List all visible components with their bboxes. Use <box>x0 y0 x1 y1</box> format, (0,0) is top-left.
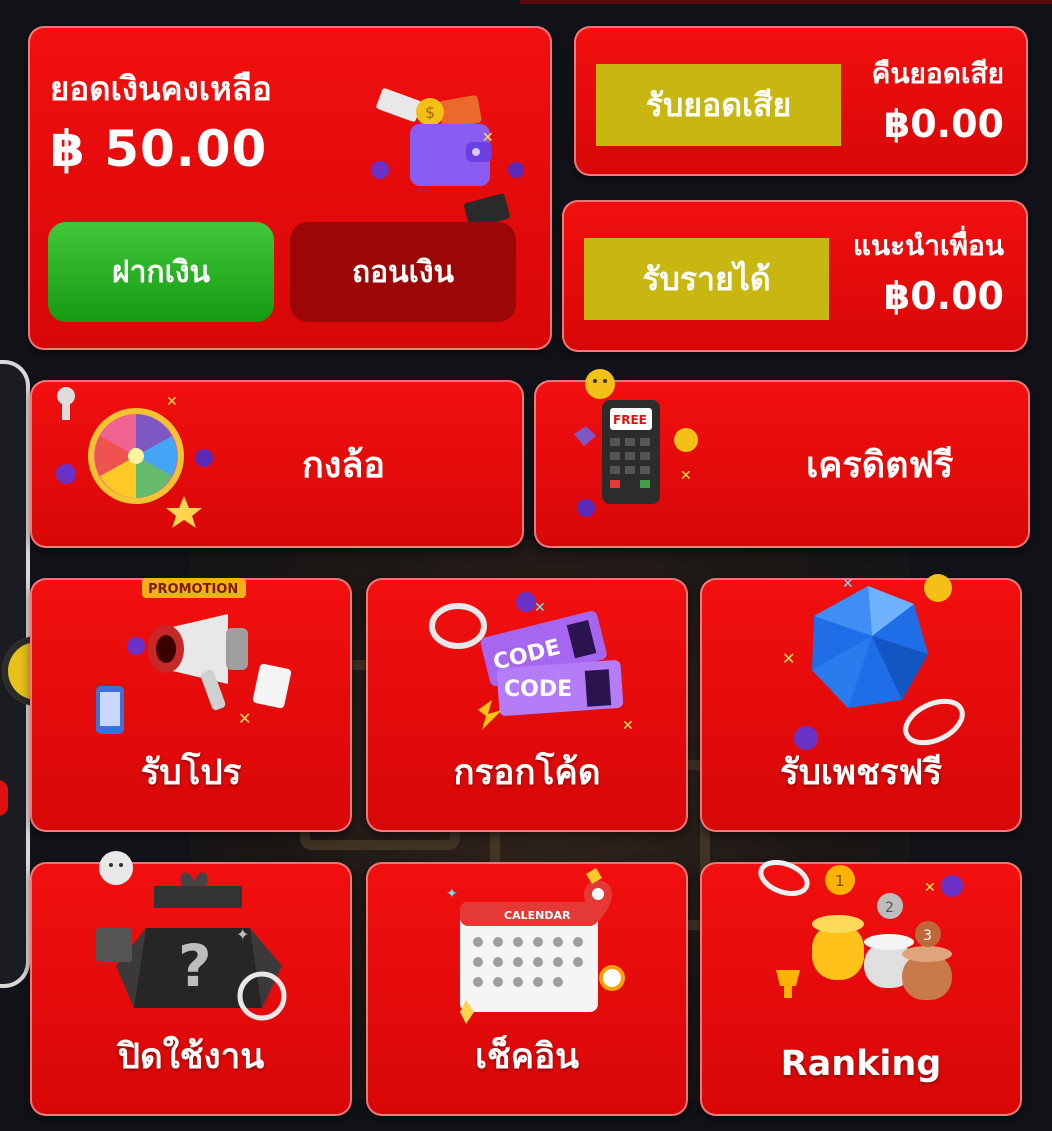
tile-ranking[interactable]: 1 2 3 ✕ Ranking <box>700 860 1022 1116</box>
cashback-panel: รับยอดเสีย คืนยอดเสีย ฿0.00 <box>574 26 1028 176</box>
claim-referral-income-button[interactable]: รับรายได้ <box>584 238 829 320</box>
svg-text:$: $ <box>425 103 435 122</box>
lucky-wheel-icon: ✕ <box>56 387 213 528</box>
svg-text:✕: ✕ <box>534 600 546 616</box>
tile-disabled[interactable]: ? ✦ ปิดใช้งาน <box>30 851 352 1116</box>
referral-label: แนะนำเพื่อน <box>852 229 1004 262</box>
svg-text:✕: ✕ <box>238 709 251 728</box>
diamond-icon: ✕ ✕ <box>782 574 965 750</box>
megaphone-icon: PROMOTION ✕ <box>96 578 292 734</box>
calendar-icon: CALENDAR ✦ <box>446 868 625 1024</box>
deposit-button[interactable]: ฝากเงิน <box>48 222 274 322</box>
referral-panel: รับรายได้ แนะนำเพื่อน ฿0.00 <box>562 200 1028 352</box>
tile-free-gems[interactable]: ✕ ✕ รับเพชรฟรี <box>700 574 1022 832</box>
tile-check-in[interactable]: CALENDAR ✦ เช็คอิน <box>366 862 688 1116</box>
svg-text:1: 1 <box>835 872 845 890</box>
free-badge: FREE <box>613 413 647 427</box>
ranking-podium-icon: 1 2 3 ✕ <box>758 860 963 1000</box>
free-gems-label: รับเพชรฟรี <box>779 753 943 793</box>
cashback-value: ฿0.00 <box>883 102 1004 146</box>
svg-text:✕: ✕ <box>622 718 634 734</box>
svg-text:✕: ✕ <box>166 394 178 410</box>
calendar-title: CALENDAR <box>504 909 571 922</box>
svg-text:✕: ✕ <box>482 130 494 146</box>
code-ticket-text-2: CODE <box>504 677 572 702</box>
tile-promotion[interactable]: PROMOTION ✕ รับโปร <box>30 578 352 832</box>
disabled-label: ปิดใช้งาน <box>117 1037 265 1077</box>
wallet-icon: $ ✕ ✕ <box>371 88 524 233</box>
svg-text:✦: ✦ <box>236 925 249 944</box>
claim-cashback-button[interactable]: รับยอดเสีย <box>596 64 841 146</box>
free-credit-label: เครดิตฟรี <box>806 445 954 486</box>
svg-text:✕: ✕ <box>782 649 795 668</box>
svg-text:?: ? <box>178 932 212 1000</box>
free-credit-terminal-icon: FREE ✕ <box>574 369 698 517</box>
withdraw-button[interactable]: ถอนเงิน <box>290 222 516 322</box>
top-border <box>520 0 1052 4</box>
tile-free-credit[interactable]: FREE ✕ เครดิตฟรี <box>534 369 1030 548</box>
check-in-label: เช็คอิน <box>474 1037 580 1077</box>
svg-text:✕: ✕ <box>924 880 936 896</box>
svg-text:✕: ✕ <box>842 576 854 592</box>
balance-title: ยอดเงินคงเหลือ <box>50 69 272 108</box>
tile-enter-code[interactable]: CODE CODE ✕ ✕ กรอกโค้ด <box>366 578 688 832</box>
referral-value: ฿0.00 <box>883 274 1004 318</box>
promotion-badge: PROMOTION <box>148 582 238 597</box>
balance-panel: ยอดเงินคงเหลือ ฿ 50.00 $ ✕ ✕ ฝากเงิน ถอน… <box>28 26 552 350</box>
svg-text:✦: ✦ <box>446 886 458 902</box>
svg-text:2: 2 <box>885 900 894 916</box>
wheel-label: กงล้อ <box>302 445 386 486</box>
side-indicator <box>0 780 8 816</box>
cashback-label: คืนยอดเสีย <box>871 57 1004 90</box>
promotion-label: รับโปร <box>140 753 242 793</box>
svg-text:3: 3 <box>923 928 932 944</box>
mystery-box-icon: ? ✦ <box>96 851 287 1021</box>
tile-lucky-wheel[interactable]: ✕ กงล้อ <box>30 380 524 548</box>
code-ticket-icon: CODE CODE ✕ ✕ <box>429 592 634 734</box>
svg-text:✕: ✕ <box>680 468 692 484</box>
balance-amount: ฿ 50.00 <box>50 120 268 178</box>
ranking-label: Ranking <box>780 1044 942 1084</box>
enter-code-label: กรอกโค้ด <box>453 753 601 793</box>
